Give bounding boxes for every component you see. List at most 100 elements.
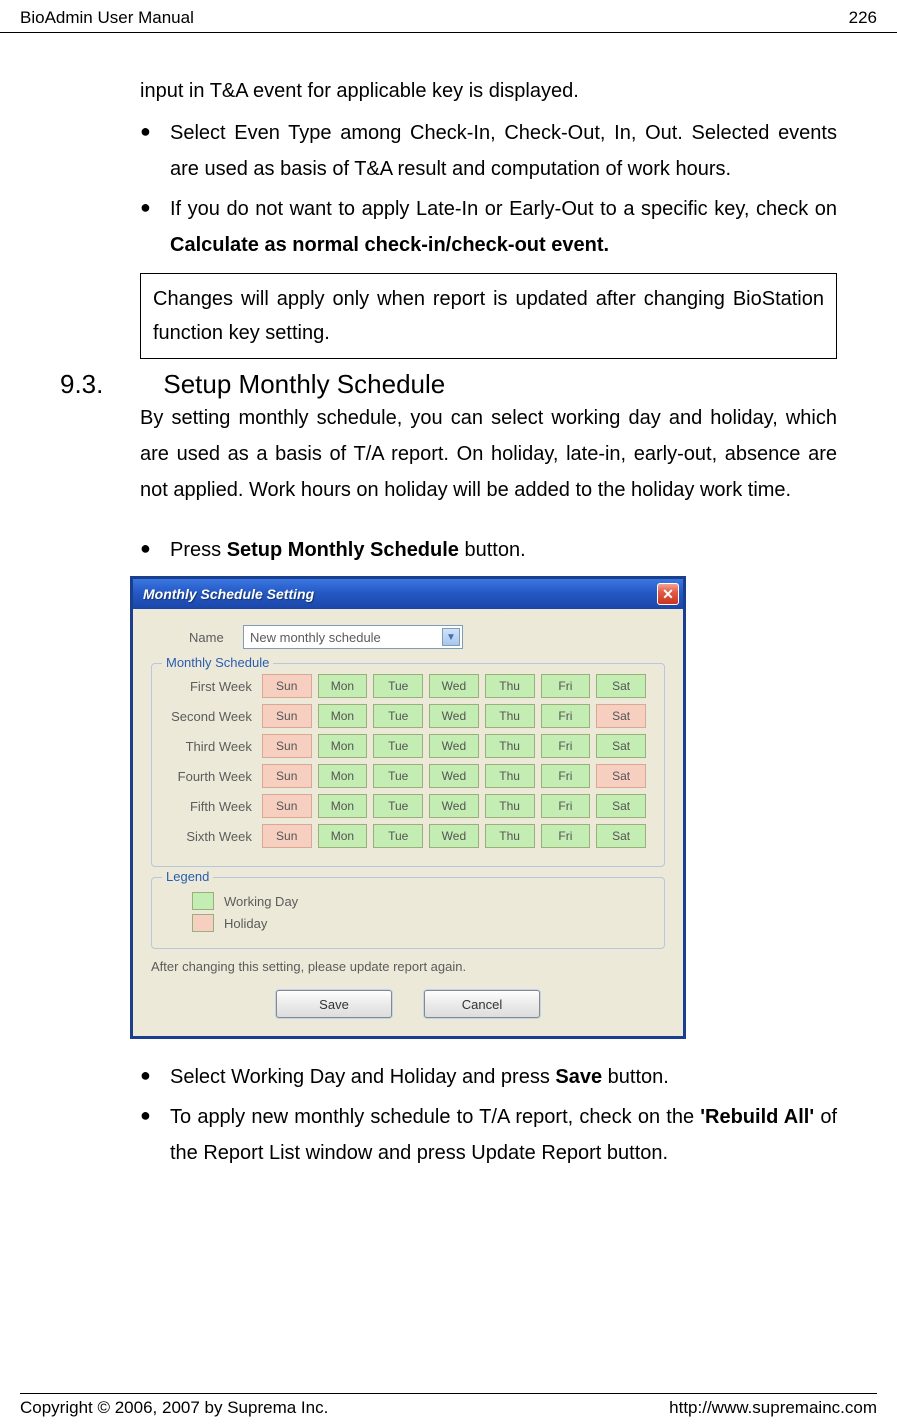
day-cell[interactable]: Sat	[596, 734, 646, 758]
footer-copyright: Copyright © 2006, 2007 by Suprema Inc.	[20, 1398, 328, 1418]
after-change-note: After changing this setting, please upda…	[151, 959, 665, 974]
dialog-title: Monthly Schedule Setting	[143, 586, 314, 602]
page-content: input in T&A event for applicable key is…	[0, 33, 897, 1195]
legend-holiday-row: Holiday	[192, 914, 652, 932]
working-swatch	[192, 892, 214, 910]
day-cell[interactable]: Fri	[541, 734, 591, 758]
week-row: Second WeekSunMonTueWedThuFriSat	[164, 704, 652, 728]
day-cell[interactable]: Tue	[373, 674, 423, 698]
chevron-down-icon: ▼	[442, 628, 460, 646]
bullet-list-bottom: Select Working Day and Holiday and press…	[140, 1059, 837, 1171]
day-cell[interactable]: Sat	[596, 674, 646, 698]
day-cell[interactable]: Tue	[373, 734, 423, 758]
day-cell[interactable]: Thu	[485, 794, 535, 818]
week-row: Fifth WeekSunMonTueWedThuFriSat	[164, 794, 652, 818]
day-cell[interactable]: Wed	[429, 674, 479, 698]
day-cell[interactable]: Fri	[541, 764, 591, 788]
section-title: Setup Monthly Schedule	[163, 369, 445, 400]
day-cell[interactable]: Sun	[262, 794, 312, 818]
week-label: Second Week	[164, 709, 262, 724]
day-cell[interactable]: Fri	[541, 704, 591, 728]
legend-holiday-text: Holiday	[224, 916, 267, 931]
bullet-item: Select Working Day and Holiday and press…	[140, 1059, 837, 1095]
day-cell[interactable]: Wed	[429, 764, 479, 788]
week-row: Third WeekSunMonTueWedThuFriSat	[164, 734, 652, 758]
save-button[interactable]: Save	[276, 990, 392, 1018]
week-label: Fourth Week	[164, 769, 262, 784]
day-cell[interactable]: Thu	[485, 734, 535, 758]
day-cell[interactable]: Sun	[262, 824, 312, 848]
day-cell[interactable]: Sat	[596, 764, 646, 788]
header-title: BioAdmin User Manual	[20, 8, 194, 28]
week-label: Sixth Week	[164, 829, 262, 844]
day-cell[interactable]: Tue	[373, 794, 423, 818]
day-cell[interactable]: Sat	[596, 794, 646, 818]
bullet-item: To apply new monthly schedule to T/A rep…	[140, 1099, 837, 1171]
day-cell[interactable]: Sun	[262, 704, 312, 728]
day-cell[interactable]: Mon	[318, 734, 368, 758]
day-cell[interactable]: Wed	[429, 794, 479, 818]
day-cell[interactable]: Tue	[373, 824, 423, 848]
day-cell[interactable]: Tue	[373, 704, 423, 728]
bullet-item: If you do not want to apply Late-In or E…	[140, 191, 837, 263]
day-cell[interactable]: Fri	[541, 824, 591, 848]
week-label: Fifth Week	[164, 799, 262, 814]
name-row: Name New monthly schedule ▼	[151, 625, 665, 649]
day-cell[interactable]: Tue	[373, 764, 423, 788]
footer-url: http://www.supremainc.com	[669, 1398, 877, 1418]
name-label: Name	[189, 630, 243, 645]
day-cell[interactable]: Wed	[429, 824, 479, 848]
legend-label: Legend	[162, 869, 213, 884]
day-cell[interactable]: Mon	[318, 674, 368, 698]
section-body: By setting monthly schedule, you can sel…	[140, 400, 837, 508]
dialog-buttons: Save Cancel	[151, 990, 665, 1018]
dialog-body: Name New monthly schedule ▼ Monthly Sche…	[133, 609, 683, 1036]
bullet-item: Select Even Type among Check-In, Check-O…	[140, 115, 837, 187]
week-row: Fourth WeekSunMonTueWedThuFriSat	[164, 764, 652, 788]
day-cell[interactable]: Thu	[485, 824, 535, 848]
dialog-screenshot: Monthly Schedule Setting ✕ Name New mont…	[130, 576, 837, 1039]
day-cell[interactable]: Mon	[318, 824, 368, 848]
monthly-schedule-group: Monthly Schedule First WeekSunMonTueWedT…	[151, 663, 665, 867]
day-cell[interactable]: Mon	[318, 794, 368, 818]
day-cell[interactable]: Thu	[485, 704, 535, 728]
legend-group: Legend Working Day Holiday	[151, 877, 665, 949]
section-number: 9.3.	[60, 369, 103, 400]
day-cell[interactable]: Sun	[262, 764, 312, 788]
close-button[interactable]: ✕	[657, 583, 679, 605]
day-cell[interactable]: Sun	[262, 734, 312, 758]
section-header: 9.3. Setup Monthly Schedule	[60, 369, 837, 400]
note-box: Changes will apply only when report is u…	[140, 273, 837, 359]
page-footer: Copyright © 2006, 2007 by Suprema Inc. h…	[20, 1393, 877, 1418]
week-label: First Week	[164, 679, 262, 694]
cancel-button[interactable]: Cancel	[424, 990, 540, 1018]
intro-text: input in T&A event for applicable key is…	[140, 73, 837, 109]
bullet-item: Press Setup Monthly Schedule button.	[140, 532, 837, 568]
page-header: BioAdmin User Manual 226	[0, 0, 897, 33]
legend-working-text: Working Day	[224, 894, 298, 909]
day-cell[interactable]: Fri	[541, 674, 591, 698]
combo-value: New monthly schedule	[250, 630, 381, 645]
day-cell[interactable]: Thu	[485, 674, 535, 698]
name-combobox[interactable]: New monthly schedule ▼	[243, 625, 463, 649]
week-label: Third Week	[164, 739, 262, 754]
day-cell[interactable]: Sat	[596, 704, 646, 728]
day-cell[interactable]: Mon	[318, 764, 368, 788]
day-cell[interactable]: Wed	[429, 734, 479, 758]
page-number: 226	[849, 8, 877, 28]
dialog-titlebar: Monthly Schedule Setting ✕	[133, 579, 683, 609]
legend-working-row: Working Day	[192, 892, 652, 910]
holiday-swatch	[192, 914, 214, 932]
bullet-press: Press Setup Monthly Schedule button.	[140, 532, 837, 568]
day-cell[interactable]: Sun	[262, 674, 312, 698]
monthly-schedule-dialog: Monthly Schedule Setting ✕ Name New mont…	[130, 576, 686, 1039]
day-cell[interactable]: Mon	[318, 704, 368, 728]
day-cell[interactable]: Fri	[541, 794, 591, 818]
day-cell[interactable]: Sat	[596, 824, 646, 848]
day-cell[interactable]: Thu	[485, 764, 535, 788]
week-row: Sixth WeekSunMonTueWedThuFriSat	[164, 824, 652, 848]
bullet-list-top: Select Even Type among Check-In, Check-O…	[140, 115, 837, 263]
close-icon: ✕	[662, 586, 674, 603]
week-row: First WeekSunMonTueWedThuFriSat	[164, 674, 652, 698]
day-cell[interactable]: Wed	[429, 704, 479, 728]
